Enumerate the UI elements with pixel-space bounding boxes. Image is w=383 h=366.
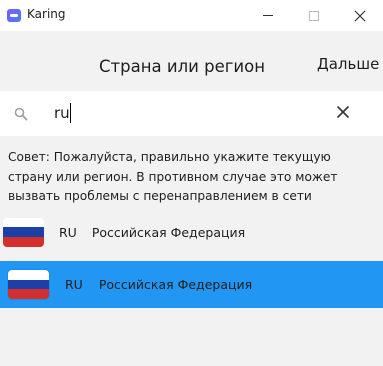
country-code: RU: [59, 224, 77, 240]
list-item-selected[interactable]: RU Российская Федерация: [0, 261, 383, 308]
tip-text: Совет: Пожалуйста, правильно укажите тек…: [8, 150, 338, 203]
minimize-button[interactable]: [245, 0, 291, 31]
search-bar: [0, 91, 383, 136]
next-button[interactable]: Дальше: [317, 55, 379, 73]
russia-flag-icon: [3, 217, 44, 247]
russia-flag-icon: [8, 270, 49, 299]
close-icon: [354, 10, 366, 21]
close-icon[interactable]: [336, 105, 350, 119]
text-cursor: [70, 103, 71, 123]
minimize-icon: [263, 15, 273, 16]
page-header: Страна или регион Дальше: [0, 31, 383, 91]
search-icon: [14, 107, 28, 121]
maximize-icon: [309, 10, 319, 21]
country-name: Российская Федерация: [98, 277, 253, 292]
country-code: RU: [65, 277, 83, 292]
list-item[interactable]: RU Российская Федерация: [0, 209, 383, 255]
app-logo-icon: [7, 9, 21, 22]
maximize-button[interactable]: [291, 0, 337, 31]
title-bar: Karing: [0, 0, 383, 31]
country-name: Российская Федерация: [91, 224, 246, 240]
close-window-button[interactable]: [337, 0, 383, 31]
empty-area: [0, 308, 383, 366]
window-title: Karing: [27, 7, 66, 21]
page-title: Страна или регион: [99, 57, 265, 76]
search-input[interactable]: [54, 99, 304, 127]
